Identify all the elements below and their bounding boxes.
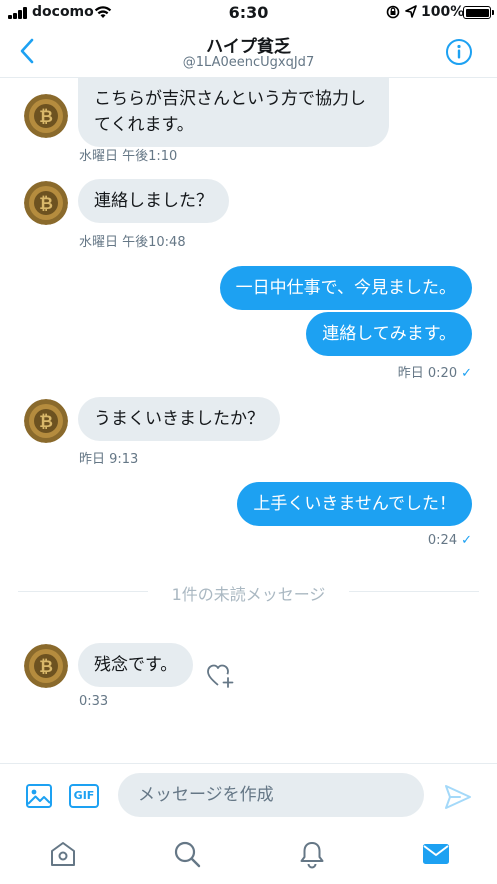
conversation-header: ハイプ貧乏 @1LA0eencUgxqJd7 [0, 26, 497, 78]
location-icon [405, 5, 417, 18]
tab-home[interactable] [48, 839, 78, 869]
message-status: 昨日 0:20 ✓ [398, 362, 472, 381]
svg-text:₿: ₿ [39, 107, 53, 127]
svg-text:₿: ₿ [39, 657, 53, 677]
message-status: 0:24 ✓ [428, 533, 472, 548]
battery-icon [463, 6, 494, 19]
message-timestamp: 水曜日 午後10:48 [79, 235, 186, 250]
tab-bar [0, 823, 497, 884]
message-timestamp: 水曜日 午後1:10 [79, 149, 178, 164]
svg-text:₿: ₿ [39, 194, 53, 214]
avatar[interactable]: ₿ [24, 94, 68, 138]
send-button[interactable] [444, 784, 472, 810]
compose-bar: GIF メッセージを作成 [0, 763, 497, 823]
message-bubble-incoming[interactable]: こちらが吉沢さんという方で協力してくれます。 [78, 77, 389, 147]
battery-percent: 100% [421, 4, 465, 20]
message-bubble-outgoing[interactable]: 一日中仕事で、今見ました。 [219, 266, 472, 310]
rotation-lock-icon [386, 5, 400, 19]
read-check-icon: ✓ [461, 366, 472, 381]
avatar[interactable]: ₿ [24, 181, 68, 225]
message-bubble-incoming[interactable]: うまくいきましたか？ [78, 397, 280, 441]
message-bubble-outgoing[interactable]: 上手くいきませんでした！ [237, 482, 472, 526]
message-bubble-incoming[interactable]: 残念です。 [78, 643, 194, 687]
info-button[interactable] [445, 38, 473, 66]
status-bar: docomo 6:30 100% [0, 0, 497, 26]
tab-messages[interactable] [421, 839, 451, 869]
message-timestamp: 昨日 9:13 [79, 452, 139, 467]
conversation-handle: @1LA0eencUgxqJd7 [182, 55, 315, 70]
message-timestamp: 昨日 0:20 [397, 366, 458, 381]
add-image-button[interactable] [25, 782, 53, 810]
read-check-icon: ✓ [461, 533, 472, 548]
avatar[interactable]: ₿ [24, 644, 68, 688]
message-timestamp: 0:33 [79, 694, 109, 709]
like-heart-plus-icon[interactable] [205, 660, 235, 690]
avatar[interactable]: ₿ [24, 399, 68, 443]
tab-search[interactable] [172, 839, 202, 869]
tab-notifications[interactable] [297, 839, 327, 869]
unread-divider: 1件の未読メッセージ [18, 579, 479, 604]
gif-button[interactable]: GIF [69, 784, 99, 808]
svg-text:₿: ₿ [39, 412, 53, 432]
message-bubble-incoming[interactable]: 連絡しました？ [78, 179, 229, 223]
unread-divider-label: 1件の未読メッセージ [165, 585, 332, 604]
message-timestamp: 0:24 [427, 533, 458, 548]
message-input[interactable]: メッセージを作成 [118, 773, 424, 817]
message-bubble-outgoing[interactable]: 連絡してみます。 [306, 312, 472, 356]
conversation-title[interactable]: ハイプ貧乏 [0, 32, 497, 57]
